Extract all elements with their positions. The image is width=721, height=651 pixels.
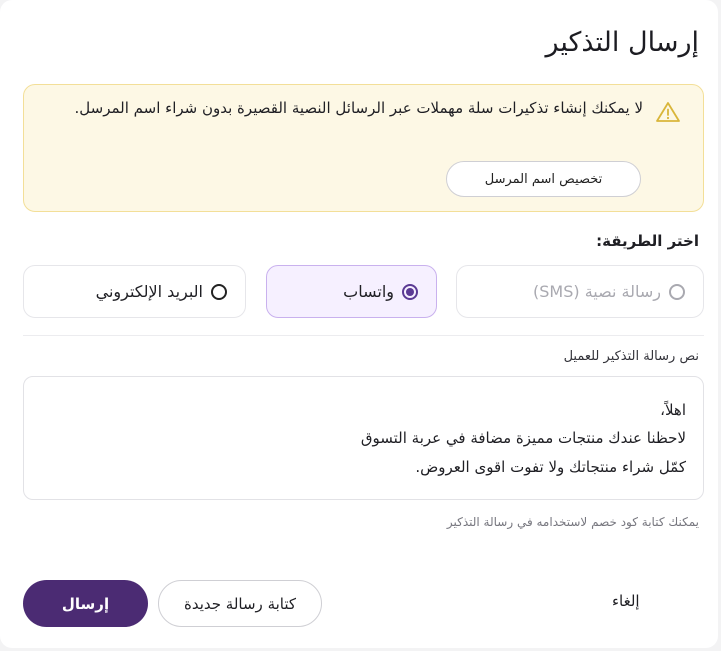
- warning-text: لا يمكنك إنشاء تذكيرات سلة مهملات عبر ال…: [74, 99, 643, 117]
- method-option-sms-label: رسالة نصية (SMS): [533, 282, 661, 301]
- radio-email[interactable]: [211, 283, 227, 300]
- send-reminder-dialog: إرسال التذكير لا يمكنك إنشاء تذكيرات سلة…: [0, 0, 718, 648]
- method-option-email-label: البريد الإلكتروني: [95, 282, 203, 301]
- dialog-title: إرسال التذكير: [545, 27, 699, 58]
- method-option-whatsapp-label: واتساب: [343, 282, 394, 301]
- write-new-message-button[interactable]: كتابة رسالة جديدة: [158, 580, 322, 627]
- radio-sms[interactable]: [669, 283, 685, 300]
- message-line: لاحظنا عندك منتجات مميزة مضافة في عربة ا…: [360, 429, 686, 447]
- method-option-email[interactable]: البريد الإلكتروني: [23, 265, 246, 318]
- method-option-whatsapp[interactable]: واتساب: [266, 265, 437, 318]
- warning-triangle-icon: [656, 102, 680, 122]
- message-line: كمّل شراء منتجاتك ولا تفوت اقوى العروض.: [415, 458, 686, 476]
- send-button[interactable]: إرسال: [23, 580, 148, 627]
- message-textarea[interactable]: اهلاً، لاحظنا عندك منتجات مميزة مضافة في…: [23, 376, 704, 500]
- message-label: نص رسالة التذكير للعميل: [563, 349, 699, 364]
- discount-hint: يمكنك كتابة كود خصم لاستخدامه في رسالة ا…: [446, 515, 699, 529]
- radio-whatsapp[interactable]: [402, 283, 418, 300]
- method-option-sms[interactable]: رسالة نصية (SMS): [456, 265, 704, 318]
- cancel-button[interactable]: إلغاء: [612, 592, 640, 610]
- section-divider: [23, 335, 704, 336]
- method-label: اختر الطريقة:: [596, 232, 699, 250]
- customize-sender-name-button[interactable]: تخصيص اسم المرسل: [446, 161, 641, 197]
- message-line: اهلاً،: [660, 401, 686, 419]
